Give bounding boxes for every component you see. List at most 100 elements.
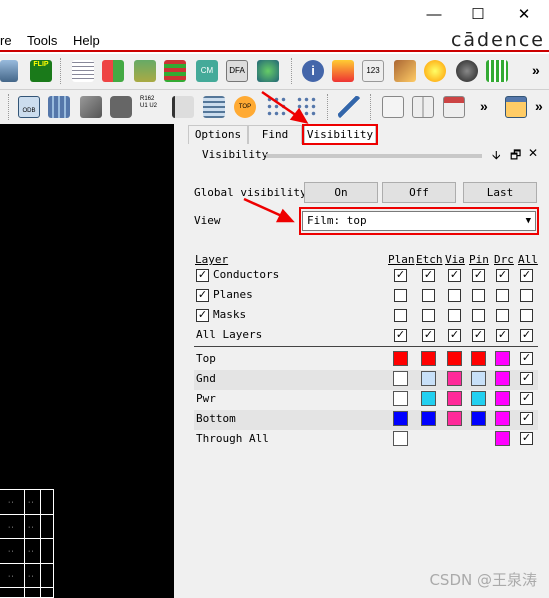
more-icon[interactable]: » [532,62,540,78]
global-last-button[interactable]: Last [463,182,537,203]
film-all-checkbox[interactable]: ✓ [520,432,533,445]
visibility-checkbox[interactable] [394,309,407,322]
visibility-checkbox[interactable]: ✓ [496,269,509,282]
layer-row-checkbox[interactable]: ✓ [196,309,209,322]
visibility-checkbox[interactable] [520,289,533,302]
visibility-checkbox[interactable]: ✓ [448,329,461,342]
film-all-checkbox[interactable]: ✓ [520,352,533,365]
color-palette-icon[interactable] [102,60,124,82]
visibility-checkbox[interactable]: ✓ [394,329,407,342]
visibility-checkbox[interactable]: ✓ [448,269,461,282]
grid-select-icon[interactable] [203,96,225,118]
global-off-button[interactable]: Off [382,182,456,203]
color-swatch[interactable] [393,351,408,366]
broom-icon[interactable] [394,60,416,82]
visibility-checkbox[interactable]: ✓ [472,269,485,282]
odb-icon[interactable]: ODB [18,96,40,118]
refdes-icon[interactable]: R162 U1 U2 [140,96,162,118]
info-icon[interactable]: i [302,60,324,82]
maximize-button[interactable]: ☐ [455,4,501,26]
design-canvas[interactable]: ·· ·· ·· ·· ·· ·· ·· ·· [0,124,174,598]
color-swatch[interactable] [393,391,408,406]
layer-row-checkbox[interactable]: ✓ [196,289,209,302]
camera-icon[interactable] [110,96,132,118]
visibility-checkbox[interactable] [496,289,509,302]
dfa-icon[interactable]: DFA [226,60,248,82]
panel-grip[interactable] [266,154,482,158]
close-window-button[interactable]: ✕ [501,4,547,26]
color-swatch[interactable] [471,371,486,386]
film-all-checkbox[interactable]: ✓ [520,392,533,405]
net-icon[interactable] [338,96,360,118]
bars-icon[interactable] [486,60,508,82]
open-book-icon[interactable] [412,96,434,118]
dot-grid-icon[interactable] [266,96,288,118]
color-swatch[interactable] [447,351,462,366]
color-swatch[interactable] [447,371,462,386]
visibility-checkbox[interactable]: ✓ [422,329,435,342]
more-icon[interactable]: » [535,98,543,114]
color-swatch[interactable] [421,351,436,366]
close-panel-icon[interactable]: ✕ [528,146,538,160]
color-swatch[interactable] [495,431,510,446]
global-on-button[interactable]: On [304,182,378,203]
clipboard-icon[interactable] [382,96,404,118]
sun-icon[interactable] [424,60,446,82]
menu-item-tools[interactable]: Tools [27,33,57,48]
color-swatch[interactable] [495,351,510,366]
color-swatch[interactable] [471,391,486,406]
globe-icon[interactable] [257,60,279,82]
visibility-checkbox[interactable]: ✓ [394,269,407,282]
tab-options[interactable]: Options [188,125,248,144]
window-icon[interactable] [505,96,527,118]
visibility-checkbox[interactable]: ✓ [422,269,435,282]
menu-item-help[interactable]: Help [73,33,100,48]
flip-icon[interactable]: FLIP [30,60,52,82]
layer-row-checkbox[interactable]: ✓ [196,269,209,282]
visibility-checkbox[interactable]: ✓ [520,329,533,342]
menu-item-partial[interactable]: re [0,33,12,48]
visibility-checkbox[interactable] [496,309,509,322]
color-swatch[interactable] [421,411,436,426]
visibility-checkbox[interactable] [394,289,407,302]
wrench-icon[interactable] [80,96,102,118]
restore-icon[interactable]: 🗗 [510,146,521,167]
color-swatch[interactable] [447,411,462,426]
report-icon[interactable] [332,60,354,82]
stack-icon[interactable] [134,60,156,82]
top-pin-icon[interactable]: TOP [234,96,256,118]
minimize-button[interactable]: — [411,4,457,26]
more-icon[interactable]: » [480,98,488,114]
calendar-icon[interactable] [443,96,465,118]
pin-icon[interactable]: 🡫 [492,146,501,167]
color-swatch[interactable] [393,431,408,446]
visibility-checkbox[interactable] [448,289,461,302]
cm-icon[interactable]: CM [196,60,218,82]
visibility-checkbox[interactable] [448,309,461,322]
color-swatch[interactable] [393,411,408,426]
visibility-checkbox[interactable] [472,309,485,322]
color-swatch[interactable] [393,371,408,386]
color-swatch[interactable] [471,411,486,426]
visibility-checkbox[interactable]: ✓ [496,329,509,342]
color-swatch[interactable] [471,351,486,366]
visibility-checkbox[interactable] [520,309,533,322]
book-icon[interactable] [48,96,70,118]
flag-icon[interactable] [172,96,194,118]
color-swatch[interactable] [495,371,510,386]
color-swatch[interactable] [495,391,510,406]
visibility-checkbox[interactable] [422,309,435,322]
visibility-checkbox[interactable]: ✓ [520,269,533,282]
film-all-checkbox[interactable]: ✓ [520,372,533,385]
3d-view-icon[interactable] [0,60,18,82]
numbering-icon[interactable]: 123 [362,60,384,82]
color-swatch[interactable] [421,391,436,406]
dot-grid-icon[interactable] [296,96,318,118]
visibility-checkbox[interactable] [472,289,485,302]
color-swatch[interactable] [421,371,436,386]
tab-find[interactable]: Find [248,125,302,144]
color-swatch[interactable] [495,411,510,426]
bomb-icon[interactable] [456,60,478,82]
color-swatch[interactable] [447,391,462,406]
visibility-checkbox[interactable]: ✓ [472,329,485,342]
